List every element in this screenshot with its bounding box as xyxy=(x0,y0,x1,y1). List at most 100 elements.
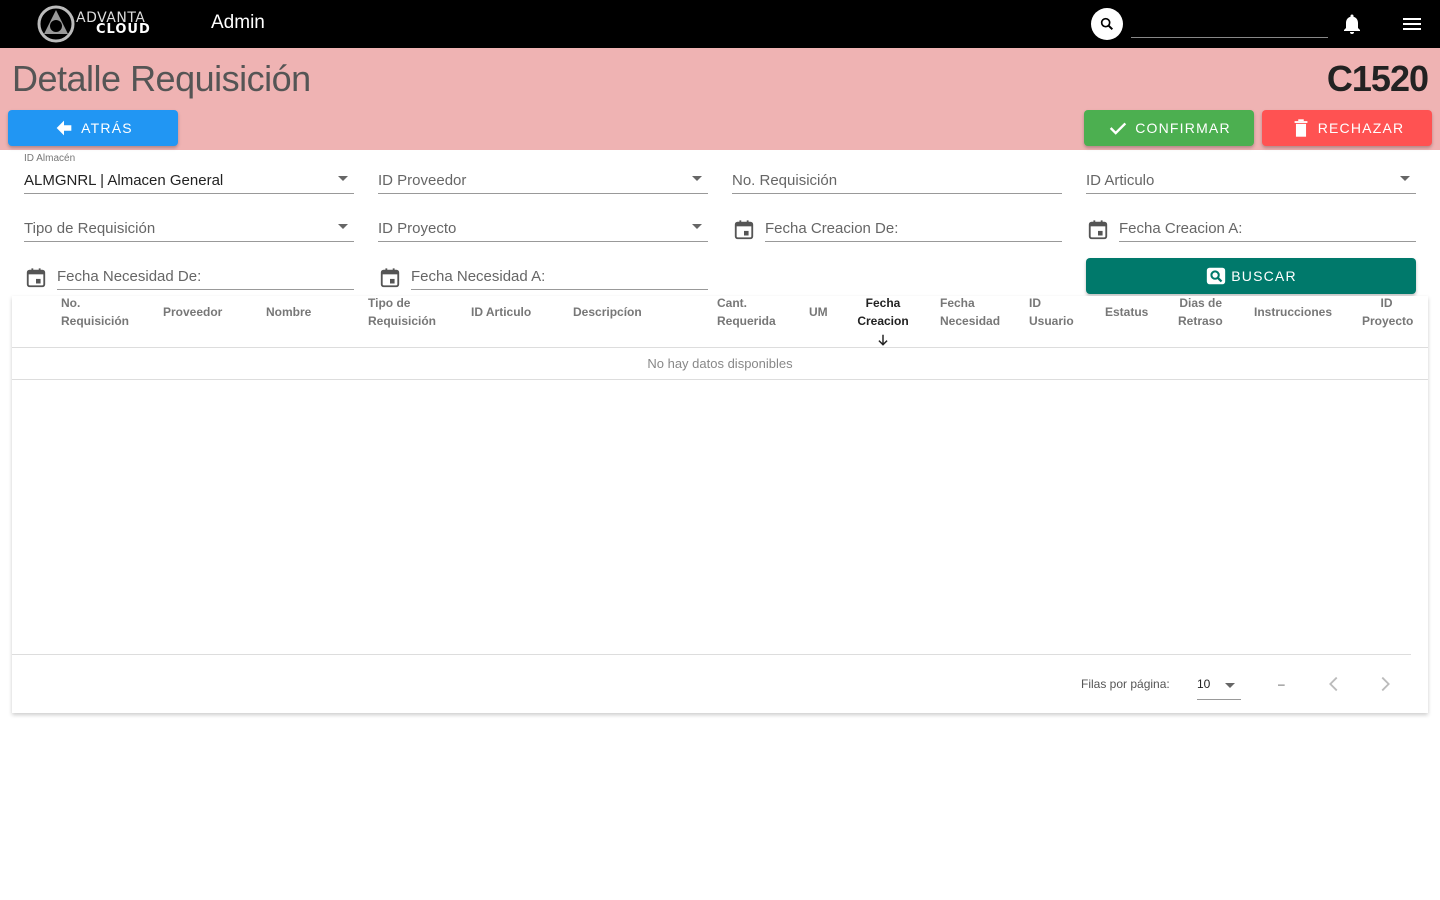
notifications-bell-icon[interactable] xyxy=(1340,12,1364,36)
column-header-fecha-necesidad[interactable]: Fecha Necesidad xyxy=(940,294,1000,330)
calendar-icon[interactable] xyxy=(379,267,401,289)
column-header-id-proyecto[interactable]: ID Proyecto xyxy=(1362,294,1414,330)
hamburger-menu-icon[interactable] xyxy=(1400,12,1424,36)
fecha-creacion-de-placeholder: Fecha Creacion De: xyxy=(765,220,899,237)
column-header-text: Nombre xyxy=(266,305,312,319)
page-title: Detalle Requisición xyxy=(12,58,311,99)
search-box-icon xyxy=(1207,267,1226,285)
almacen-value: ALMGNRL | Almacen General xyxy=(24,172,224,189)
global-search-input[interactable] xyxy=(1131,8,1328,38)
calendar-icon[interactable] xyxy=(733,219,755,241)
tipo-requisicion-select[interactable]: Tipo de Requisición xyxy=(24,208,354,242)
chevron-down-icon xyxy=(1225,683,1235,688)
column-header-text: ID xyxy=(1380,296,1393,310)
chevron-down-icon xyxy=(1400,176,1410,181)
column-header-text: Tipo de xyxy=(368,296,411,310)
rows-per-page-select[interactable]: 10 xyxy=(1197,672,1241,700)
check-icon xyxy=(1110,122,1127,135)
almacen-select[interactable]: ID Almacén ALMGNRL | Almacen General xyxy=(24,153,354,194)
column-header-fecha-creacion[interactable]: Fecha Creacion xyxy=(857,294,909,330)
reject-button[interactable]: RECHAZAR xyxy=(1262,110,1432,146)
rows-per-page-value: 10 xyxy=(1197,677,1211,691)
fecha-necesidad-de-placeholder: Fecha Necesidad De: xyxy=(57,268,202,285)
proveedor-placeholder: ID Proveedor xyxy=(378,172,467,189)
column-header-text: Fecha xyxy=(940,296,975,310)
next-page-icon[interactable] xyxy=(1374,673,1396,695)
fecha-necesidad-de-input[interactable]: Fecha Necesidad De: xyxy=(57,256,354,290)
column-header-text: Cant. xyxy=(717,296,747,310)
fecha-necesidad-a-placeholder: Fecha Necesidad A: xyxy=(411,268,546,285)
column-header-tipo-de-requisici-n[interactable]: Tipo de Requisición xyxy=(368,294,436,330)
search-submit-button[interactable]: BUSCAR xyxy=(1086,258,1416,294)
confirm-button-label: CONFIRMAR xyxy=(1135,120,1231,136)
chevron-down-icon xyxy=(692,224,702,229)
search-button[interactable] xyxy=(1091,8,1123,40)
advanta-cloud-logo[interactable]: ADVANTA CLOUD xyxy=(36,4,158,44)
column-header-cant-requerida[interactable]: Cant. Requerida xyxy=(717,294,776,330)
column-header-text: Creacion xyxy=(857,314,909,328)
no-requisicion-placeholder: No. Requisición xyxy=(732,172,838,189)
trash-icon xyxy=(1294,119,1308,137)
back-button[interactable]: ATRÁS xyxy=(8,110,178,146)
no-requisicion-input[interactable]: No. Requisición xyxy=(732,160,1062,194)
column-header-descripc-on[interactable]: Descripcíon xyxy=(573,303,642,321)
app-title: Admin xyxy=(211,12,265,33)
column-header-dias-de-retraso[interactable]: Dias de Retraso xyxy=(1178,294,1223,330)
proyecto-placeholder: ID Proyecto xyxy=(378,220,457,237)
column-header-instrucciones[interactable]: Instrucciones xyxy=(1254,303,1332,321)
column-header-um[interactable]: UM xyxy=(809,303,828,321)
sort-descending-arrow-icon[interactable] xyxy=(876,333,890,347)
column-header-proveedor[interactable]: Proveedor xyxy=(163,303,222,321)
column-header-no-requisici-n[interactable]: No. Requisición xyxy=(61,294,129,330)
empty-state-text: No hay datos disponibles xyxy=(12,348,1428,380)
column-header-text: Requisición xyxy=(368,314,437,328)
column-header-text: UM xyxy=(809,305,828,319)
chevron-down-icon xyxy=(338,176,348,181)
chevron-down-icon xyxy=(692,176,702,181)
results-table: No. Requisición Proveedor Nombre Tipo de Requ… xyxy=(12,296,1428,713)
column-header-text: Dias de xyxy=(1179,296,1222,310)
column-header-text: Fecha xyxy=(865,296,901,310)
footer-divider xyxy=(12,654,1411,655)
column-header-text: No. xyxy=(61,296,81,310)
column-header-text: Necesidad xyxy=(940,314,1001,328)
column-header-text: ID xyxy=(1029,296,1041,310)
column-header-estatus[interactable]: Estatus xyxy=(1105,303,1148,321)
column-header-text: Proveedor xyxy=(163,305,223,319)
articulo-select[interactable]: ID Articulo xyxy=(1086,160,1416,194)
search-icon xyxy=(1100,17,1114,31)
column-header-text: Proyecto xyxy=(1362,314,1414,328)
column-header-id-usuario[interactable]: ID Usuario xyxy=(1029,294,1074,330)
proveedor-select[interactable]: ID Proveedor xyxy=(378,160,708,194)
table-header: No. Requisición Proveedor Nombre Tipo de Requ… xyxy=(12,296,1428,348)
column-header-nombre[interactable]: Nombre xyxy=(266,303,311,321)
fecha-creacion-a-input[interactable]: Fecha Creacion A: xyxy=(1119,208,1416,242)
rows-per-page-label: Filas por página: xyxy=(1081,677,1170,691)
back-button-label: ATRÁS xyxy=(81,120,133,136)
column-header-text: ID Articulo xyxy=(471,305,532,319)
logo-icon xyxy=(37,5,75,43)
column-header-text: Descripcíon xyxy=(573,305,642,319)
calendar-icon[interactable] xyxy=(25,267,47,289)
fecha-creacion-a-placeholder: Fecha Creacion A: xyxy=(1119,220,1243,237)
top-app-bar: ADVANTA CLOUD Admin xyxy=(0,0,1440,48)
column-header-id-articulo[interactable]: ID Articulo xyxy=(471,303,531,321)
column-header-text: Usuario xyxy=(1029,314,1074,328)
reject-button-label: RECHAZAR xyxy=(1317,120,1405,136)
fecha-necesidad-a-input[interactable]: Fecha Necesidad A: xyxy=(411,256,708,290)
articulo-placeholder: ID Articulo xyxy=(1086,172,1155,189)
column-header-text: Requerida xyxy=(717,314,776,328)
calendar-icon[interactable] xyxy=(1087,219,1109,241)
proyecto-select[interactable]: ID Proyecto xyxy=(378,208,708,242)
column-header-text: Requisición xyxy=(61,314,130,328)
chevron-down-icon xyxy=(338,224,348,229)
confirm-button[interactable]: CONFIRMAR xyxy=(1084,110,1254,146)
page-range-text: – xyxy=(1278,677,1285,691)
tipo-requisicion-placeholder: Tipo de Requisición xyxy=(24,220,156,237)
fecha-creacion-de-input[interactable]: Fecha Creacion De: xyxy=(765,208,1062,242)
previous-page-icon[interactable] xyxy=(1323,673,1345,695)
search-submit-label: BUSCAR xyxy=(1231,268,1297,284)
column-header-text: Estatus xyxy=(1105,305,1149,319)
column-header-text: Retraso xyxy=(1178,314,1223,328)
logo-text-line2: CLOUD xyxy=(96,22,151,37)
